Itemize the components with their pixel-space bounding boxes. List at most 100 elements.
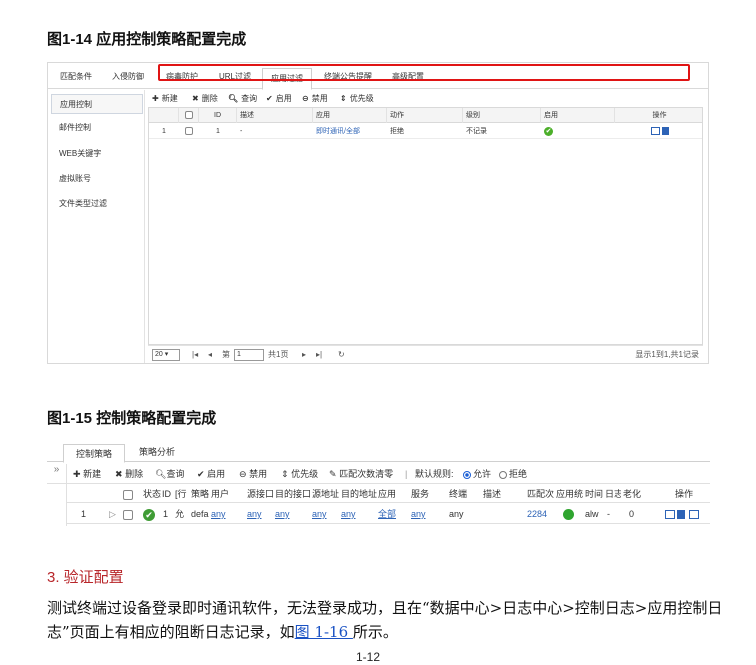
- col-operation: 操作: [675, 489, 694, 499]
- select-all-checkbox[interactable]: [184, 111, 193, 120]
- col-time: 时间: [585, 489, 603, 499]
- row-desc: -: [240, 128, 243, 135]
- col-desc: 描述: [483, 489, 502, 499]
- minus-circle-icon: ⊖: [239, 469, 247, 479]
- sidebar-item-virtual-account[interactable]: 虚拟账号: [51, 169, 143, 189]
- sidebar-item-mail-control[interactable]: 邮件控制: [51, 118, 143, 138]
- delete-button[interactable]: ✖ 删除: [192, 91, 218, 107]
- row-checkbox[interactable]: [185, 127, 193, 136]
- row-app-link[interactable]: 全部: [378, 504, 396, 524]
- row-dst-addr-link[interactable]: any: [341, 504, 356, 524]
- col-service: 服务: [411, 489, 430, 499]
- new-button[interactable]: ✚ 新建: [73, 464, 101, 484]
- verification-paragraph: 测试终端过设备登录即时通讯软件，无法登录成功，且在“数据中心>日志中心>控制日志…: [47, 599, 723, 641]
- allow-radio[interactable]: 允许: [463, 464, 491, 484]
- search-icon: 🔍︎: [155, 469, 167, 479]
- minus-circle-icon: ⊖: [302, 94, 309, 103]
- query-button[interactable]: 🔍︎查询: [228, 91, 257, 107]
- header-id: ID: [199, 108, 237, 123]
- priority-button[interactable]: ⇕ 优先级: [340, 91, 374, 107]
- figure-2-title: 图1-15 控制策略配置完成: [47, 410, 217, 427]
- tab-policy-analysis[interactable]: 策略分析: [127, 443, 187, 462]
- row-aging: 0: [629, 509, 635, 519]
- row-service-link[interactable]: any: [411, 504, 426, 524]
- row-terminal: any: [449, 509, 464, 519]
- header-select-all[interactable]: [179, 108, 199, 123]
- figure-1-title: 图1-14 应用控制策略配置完成: [47, 31, 247, 48]
- app-control-screenshot: 匹配条件 入侵防御 病毒防护 URL过滤 应用过滤 终端公告提醒 高级配置 应用…: [47, 62, 709, 364]
- enable-button[interactable]: ✔ 启用: [197, 464, 225, 484]
- last-page-icon[interactable]: ▸|: [316, 346, 322, 364]
- deny-radio[interactable]: 拒绝: [499, 464, 527, 484]
- row-user-link[interactable]: any: [211, 504, 226, 524]
- row-time: alw: [585, 509, 599, 519]
- table-row[interactable]: 1 ▷ ✔ 1 允 defa any any any any any 全部 an…: [67, 504, 710, 524]
- check-circle-icon: ✔: [266, 94, 273, 103]
- col-src-if: 源接口: [247, 489, 274, 499]
- tab-match-conditions[interactable]: 匹配条件: [52, 67, 100, 89]
- next-page-icon[interactable]: ▸: [302, 346, 306, 364]
- table-row[interactable]: 1 1 - 即时通讯/全部 拒绝 不记录 ✔: [149, 124, 702, 139]
- radio-selected-icon: [463, 470, 471, 479]
- globe-icon[interactable]: [563, 504, 574, 524]
- edit-icon[interactable]: [650, 127, 660, 136]
- header-app: 应用: [313, 108, 387, 123]
- plus-icon: ✚: [152, 94, 159, 103]
- trash-icon[interactable]: [677, 510, 685, 520]
- query-button[interactable]: 🔍︎查询: [155, 464, 184, 484]
- disable-button[interactable]: ⊖ 禁用: [239, 464, 267, 484]
- tab-control-policy[interactable]: 控制策略: [63, 444, 126, 463]
- row-src-addr-link[interactable]: any: [312, 504, 327, 524]
- row-operations: [615, 124, 704, 139]
- disable-button[interactable]: ⊖ 禁用: [302, 91, 328, 107]
- priority-button[interactable]: ⇕ 优先级: [281, 464, 318, 484]
- policy-table-header: 状态 ID [行 策略 用户 源接口 目的接口 源地址 目的地址 应用 服务 终…: [67, 485, 710, 503]
- select-all-checkbox[interactable]: [123, 485, 133, 503]
- header-rownum: [149, 108, 179, 123]
- sidebar-item-web-keyword[interactable]: WEB关键字: [51, 144, 143, 164]
- default-rule-label: 默认规则:: [415, 469, 454, 479]
- x-icon: ✖: [115, 469, 123, 479]
- delete-button[interactable]: ✖ 删除: [115, 464, 143, 484]
- check-circle-icon: ✔: [544, 126, 553, 136]
- enable-button[interactable]: ✔ 启用: [266, 91, 292, 107]
- row-operations: [665, 504, 701, 524]
- copy-icon[interactable]: [689, 510, 699, 520]
- row-src-if-link[interactable]: any: [247, 504, 262, 524]
- prev-page-icon[interactable]: ◂: [208, 346, 212, 364]
- edit-icon[interactable]: [665, 510, 675, 520]
- page-input[interactable]: 1: [234, 349, 264, 361]
- figure-1-16-link[interactable]: 图 1-16: [295, 623, 353, 641]
- col-dst-addr: 目的地址: [341, 489, 377, 499]
- page-total: 共1页: [268, 350, 289, 359]
- x-icon: ✖: [192, 94, 199, 103]
- col-status: 状态: [143, 489, 161, 499]
- row-action: 拒绝: [390, 128, 404, 135]
- row-dst-if-link[interactable]: any: [275, 504, 290, 524]
- page-prefix: 第: [222, 350, 230, 359]
- tab-intrusion-prevention[interactable]: 入侵防御: [104, 67, 152, 89]
- refresh-icon[interactable]: ↻: [338, 346, 345, 364]
- row-checkbox[interactable]: [123, 504, 133, 524]
- sidebar-item-file-type[interactable]: 文件类型过滤: [51, 194, 143, 214]
- page-number: 1-12: [356, 650, 381, 664]
- radio-icon: [499, 470, 507, 479]
- first-page-icon[interactable]: |◂: [192, 346, 198, 364]
- row-app-link[interactable]: 即时通讯/全部: [313, 124, 387, 139]
- grid-header: ID 描述 应用 动作 级别 启用 操作: [149, 108, 702, 123]
- row-action-tag: 允: [175, 509, 185, 519]
- page-size-select[interactable]: 20 ▾: [152, 349, 180, 361]
- reset-match-count-button[interactable]: ✎ 匹配次数清零: [329, 464, 393, 484]
- plus-icon: ✚: [73, 469, 81, 479]
- col-app: 应用: [378, 489, 397, 499]
- new-button[interactable]: ✚ 新建: [152, 91, 178, 107]
- sidebar-item-app-control[interactable]: 应用控制: [51, 94, 143, 114]
- row-checkbox-cell[interactable]: [179, 124, 199, 139]
- row-match-count[interactable]: 2284: [527, 504, 547, 524]
- trash-icon[interactable]: [661, 127, 669, 136]
- record-summary: 显示1到1,共1记录: [635, 350, 699, 359]
- header-action: 动作: [387, 108, 463, 123]
- search-icon: 🔍︎: [228, 94, 239, 103]
- filter-sidebar: 应用控制 邮件控制 WEB关键字 虚拟账号 文件类型过滤: [48, 90, 145, 363]
- expand-icon[interactable]: ▷: [109, 504, 116, 524]
